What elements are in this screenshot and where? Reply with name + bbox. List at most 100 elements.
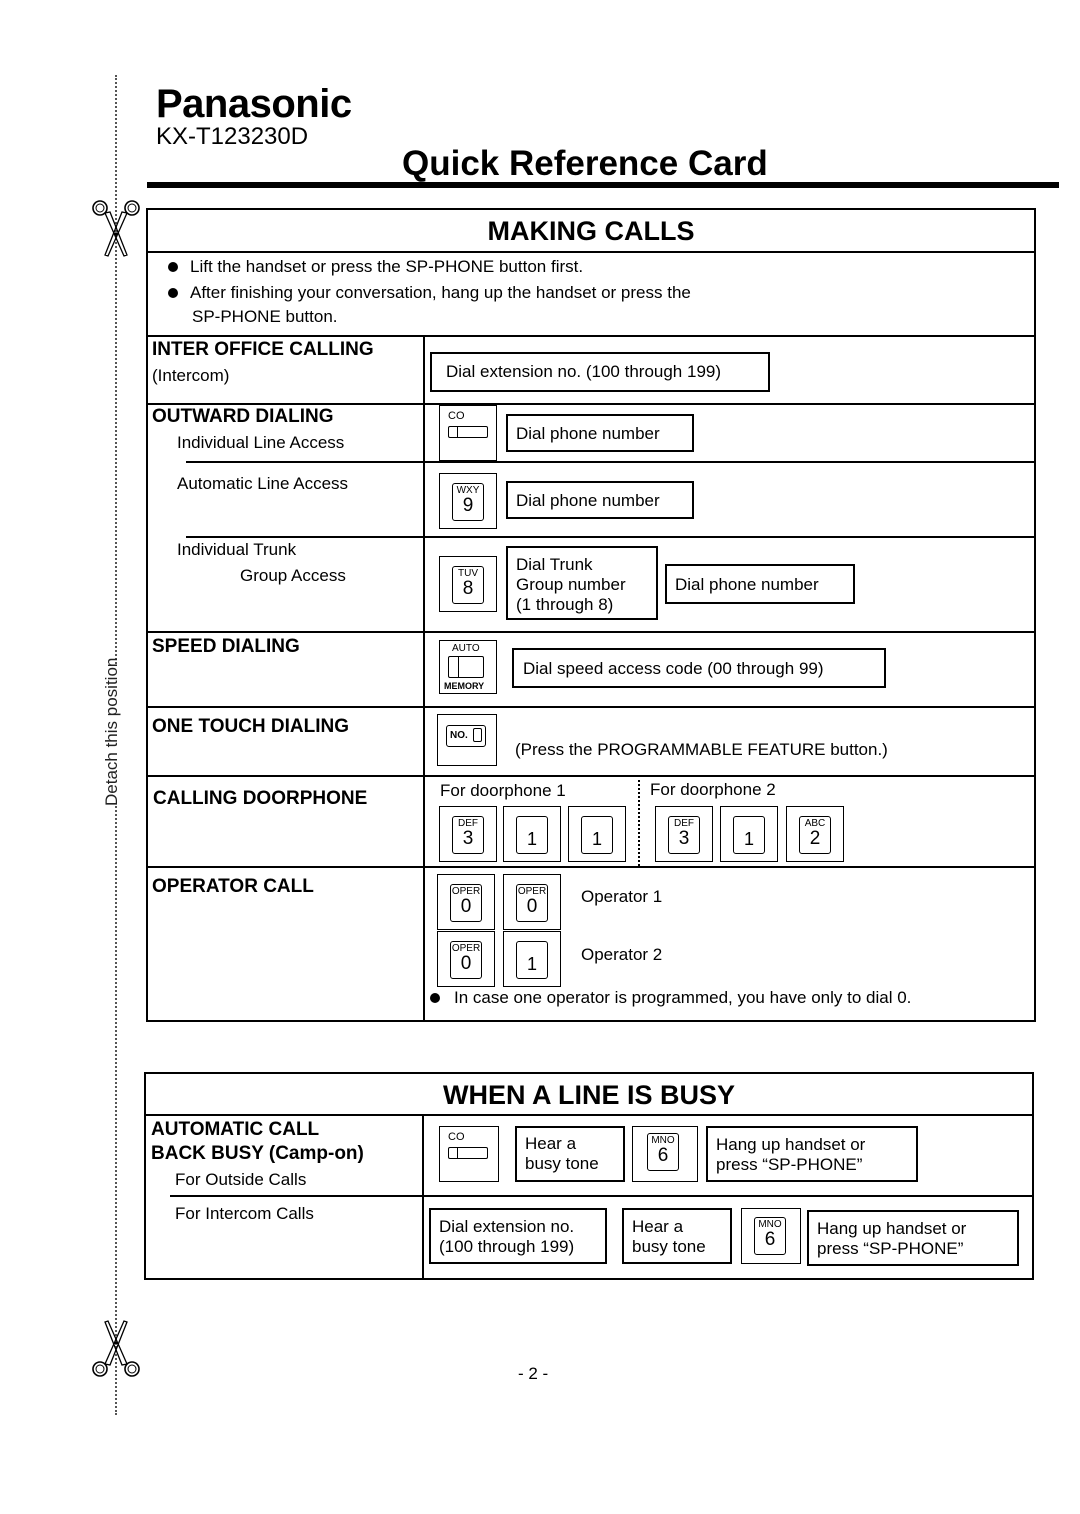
divider xyxy=(144,1114,1034,1116)
dial-key-9: WXY 9 xyxy=(439,473,497,529)
divider xyxy=(170,1195,1034,1197)
dial-key-6: MNO 6 xyxy=(632,1126,698,1182)
dial-key-1: 1 xyxy=(503,806,561,862)
step-line: Dial extension no. xyxy=(439,1217,575,1236)
key-digit: 6 xyxy=(764,1229,776,1250)
step-dial-extension: Dial extension no. (100 through 199) xyxy=(430,352,770,392)
key-face: ABC 2 xyxy=(799,816,831,854)
bullet-icon xyxy=(168,261,178,272)
line-busy-title: WHEN A LINE IS BUSY xyxy=(442,1080,736,1110)
dial-key-0: OPER 0 xyxy=(437,931,495,987)
bullet-text: In case one operator is programmed, you … xyxy=(454,988,912,1007)
key-digit: 0 xyxy=(526,896,538,917)
step-line: Hear a xyxy=(525,1134,577,1153)
dial-key-0: OPER 0 xyxy=(437,874,495,930)
key-face: MNO 6 xyxy=(647,1133,679,1171)
key-bottom-label: MEMORY xyxy=(444,681,485,691)
step-line: (1 through 8) xyxy=(516,595,614,614)
step-hear-busy: Hear a busy tone xyxy=(515,1126,625,1182)
key-face: MNO 6 xyxy=(754,1217,786,1255)
dial-key-8: TUV 8 xyxy=(439,556,497,612)
step-line: Hang up handset or xyxy=(716,1135,866,1154)
divider xyxy=(146,403,1036,405)
operator2-label: Operator 2 xyxy=(581,945,663,964)
key-label: NO. xyxy=(450,730,468,741)
key-face: OPER 0 xyxy=(450,941,482,979)
trunk-label-line1: Individual Trunk xyxy=(177,540,297,559)
operator1-label: Operator 1 xyxy=(581,887,663,906)
step-line: Hang up handset or xyxy=(817,1219,967,1238)
step-line: press “SP-PHONE” xyxy=(716,1155,863,1174)
dial-key-0: OPER 0 xyxy=(503,874,561,930)
operator-note: In case one operator is programmed, you … xyxy=(430,988,911,1008)
key-face: OPER 0 xyxy=(450,884,482,922)
dial-key-2: ABC 2 xyxy=(786,806,844,862)
key-face: 1 xyxy=(581,816,613,854)
key-digit: 9 xyxy=(462,495,474,516)
key-face: OPER 0 xyxy=(516,884,548,922)
key-face: 1 xyxy=(516,941,548,979)
key-face: WXY 9 xyxy=(452,483,484,521)
step-dial-extension: Dial extension no. (100 through 199) xyxy=(429,1208,607,1264)
step-hang-up: Hang up handset or press “SP-PHONE” xyxy=(706,1126,918,1182)
column-divider xyxy=(422,1114,424,1280)
automatic-line-label: Automatic Line Access xyxy=(177,474,349,493)
key-face: DEF 3 xyxy=(452,816,484,854)
key-digit: 1 xyxy=(526,954,537,974)
co-key-icon xyxy=(448,1147,488,1159)
key-button-icon xyxy=(448,656,484,678)
divider xyxy=(146,775,1036,777)
step-speed-code: Dial speed access code (00 through 99) xyxy=(512,648,886,688)
camp-on-title-line2: BACK BUSY (Camp-on) xyxy=(151,1143,364,1164)
co-key-label: CO xyxy=(448,410,465,422)
bullet-text: Lift the handset or press the SP-PHONE b… xyxy=(190,257,584,276)
doorphone1-label: For doorphone 1 xyxy=(440,781,566,800)
key-digit: 0 xyxy=(460,953,472,974)
co-key-label: CO xyxy=(448,1131,465,1143)
scissors-icon xyxy=(92,1320,140,1377)
divider xyxy=(146,335,1036,337)
bullet-icon xyxy=(168,287,178,298)
dial-key-3: DEF 3 xyxy=(439,806,497,862)
step-dial-phone: Dial phone number xyxy=(665,564,855,604)
doorphone-separator xyxy=(638,780,640,866)
bullet-continuation: SP-PHONE button. xyxy=(192,307,338,326)
bullet-item: After finishing your conversation, hang … xyxy=(168,283,691,303)
outside-calls-label: For Outside Calls xyxy=(175,1170,307,1189)
outward-title: OUTWARD DIALING xyxy=(152,406,334,427)
bullet-icon xyxy=(430,992,440,1003)
page-title: Quick Reference Card xyxy=(402,144,768,183)
co-key-icon xyxy=(448,426,488,438)
page-number: - 2 - xyxy=(518,1364,549,1383)
step-line: press “SP-PHONE” xyxy=(817,1239,964,1258)
individual-line-label: Individual Line Access xyxy=(177,433,345,452)
making-calls-title: MAKING CALLS xyxy=(487,216,695,246)
inter-office-subtitle: (Intercom) xyxy=(152,366,230,385)
doorphone-title: CALLING DOORPHONE xyxy=(153,788,368,809)
key-digit: 1 xyxy=(526,829,537,849)
bullet-item: Lift the handset or press the SP-PHONE b… xyxy=(168,257,583,277)
step-line: Hear a xyxy=(632,1217,684,1236)
key-face: 1 xyxy=(733,816,765,854)
step-hang-up: Hang up handset or press “SP-PHONE” xyxy=(807,1210,1019,1266)
step-dial-trunk-group: Dial Trunk Group number (1 through 8) xyxy=(506,546,658,620)
programmable-feature-key: NO. xyxy=(437,714,497,766)
divider xyxy=(186,536,1036,538)
dial-key-1: 1 xyxy=(568,806,626,862)
one-touch-title: ONE TOUCH DIALING xyxy=(152,716,350,737)
divider xyxy=(146,706,1036,708)
key-digit: 1 xyxy=(591,829,602,849)
step-line: Group number xyxy=(516,575,626,594)
key-digit: 3 xyxy=(462,828,474,849)
dial-key-1: 1 xyxy=(720,806,778,862)
divider xyxy=(146,251,1036,253)
operator-title: OPERATOR CALL xyxy=(152,876,314,897)
doorphone2-label: For doorphone 2 xyxy=(650,780,776,799)
divider xyxy=(186,461,1036,463)
speed-dialing-title: SPEED DIALING xyxy=(152,636,300,657)
step-line: (100 through 199) xyxy=(439,1237,575,1256)
key-digit: 0 xyxy=(460,896,472,917)
co-key: CO xyxy=(439,405,497,461)
key-top-label: AUTO xyxy=(452,643,480,654)
divider xyxy=(146,866,1036,868)
